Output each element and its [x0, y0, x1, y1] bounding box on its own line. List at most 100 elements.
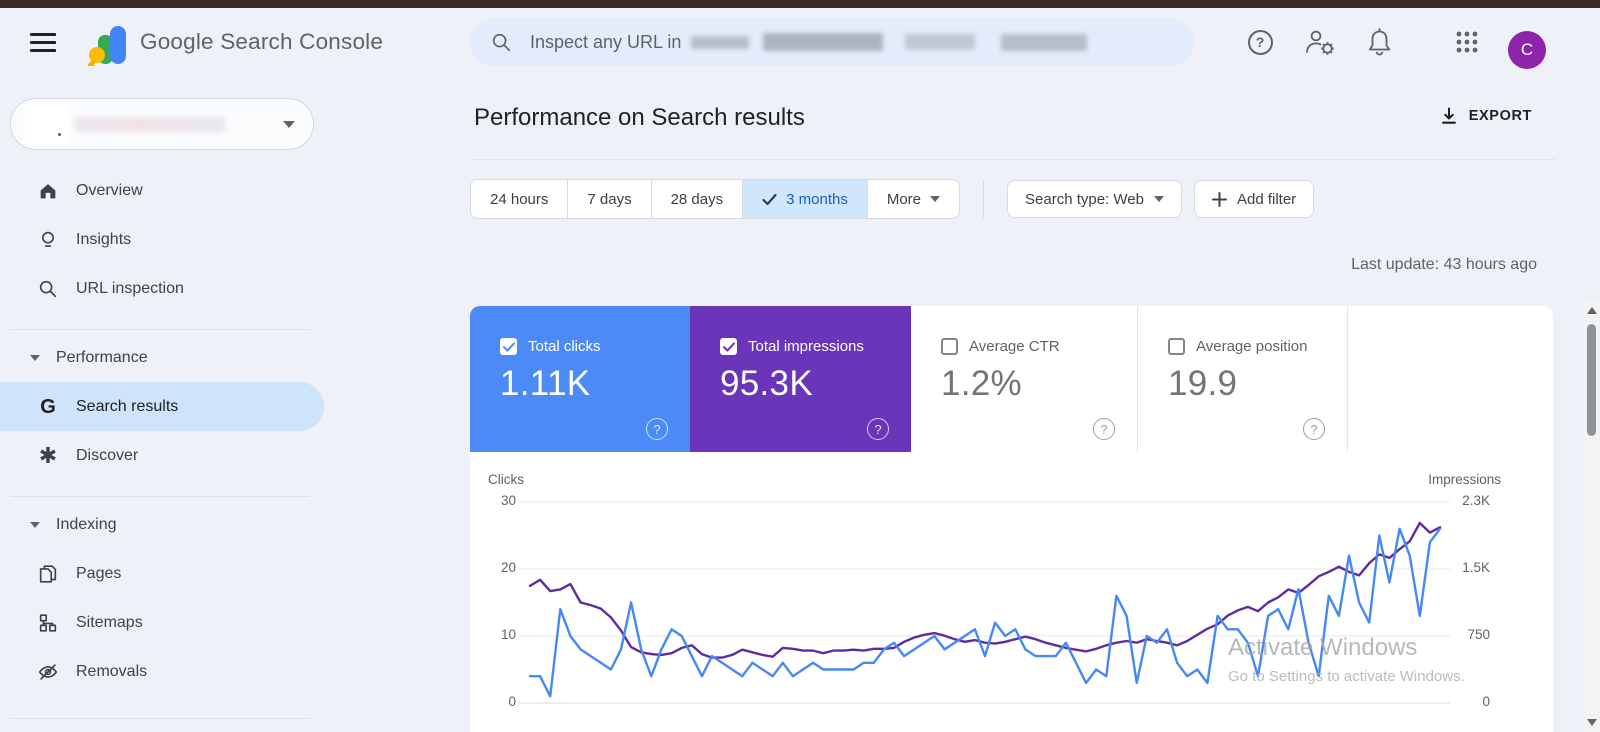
property-favicon — [25, 104, 69, 144]
sidebar-section-label: Indexing — [56, 516, 117, 533]
sidebar-item-pages[interactable]: Pages — [0, 549, 324, 598]
metric-value: 95.3K — [720, 364, 813, 403]
user-settings-button[interactable] — [1300, 8, 1340, 76]
chip-label: Search type: Web — [1025, 190, 1144, 208]
performance-panel: Total clicks 1.11K ? Total impressions 9… — [470, 306, 1553, 732]
metric-cards-row: Total clicks 1.11K ? Total impressions 9… — [470, 306, 1553, 452]
sidebar-item-discover[interactable]: ✱ Discover — [0, 431, 324, 480]
activate-windows-subtext: Go to Settings to activate Windows. — [1228, 668, 1465, 685]
add-filter-button[interactable]: Add filter — [1193, 180, 1315, 218]
magnifier-icon — [36, 278, 60, 300]
sidebar-item-search-results[interactable]: G Search results — [0, 382, 324, 431]
scrollbar-thumb[interactable] — [1587, 324, 1596, 436]
product-name: Google Search Console — [140, 29, 384, 54]
eye-off-icon — [36, 661, 60, 683]
checkbox-checked[interactable] — [500, 338, 517, 355]
chip-label: 24 hours — [490, 190, 549, 208]
metric-card-total-impressions[interactable]: Total impressions 95.3K ? — [690, 306, 911, 452]
sidebar-item-sitemaps[interactable]: Sitemaps — [0, 598, 324, 647]
plus-icon — [1211, 191, 1227, 207]
filter-divider — [983, 180, 985, 218]
checkbox-unchecked[interactable] — [941, 338, 958, 355]
help-button[interactable]: ? — [1245, 8, 1275, 76]
date-range-24-hours[interactable]: 24 hours — [471, 180, 569, 218]
google-search-console-app: Google Search Console Inspect any URL in… — [0, 0, 1600, 732]
page-title: Performance on Search results — [474, 104, 805, 131]
sidebar-section-indexing[interactable]: Indexing — [0, 501, 324, 549]
sidebar-item-label: Discover — [76, 446, 139, 464]
pages-icon — [36, 563, 60, 585]
chip-label: 3 months — [786, 190, 848, 208]
left-axis-title: Clicks — [488, 472, 524, 487]
performance-chart — [518, 501, 1450, 704]
search-console-logo-icon — [87, 26, 126, 66]
help-icon[interactable]: ? — [867, 418, 889, 440]
scroll-down-arrow[interactable] — [1583, 714, 1600, 730]
chip-label: Add filter — [1236, 190, 1297, 208]
sidebar-item-removals[interactable]: Removals — [0, 647, 324, 696]
vertical-scrollbar[interactable] — [1583, 300, 1600, 732]
chevron-down-icon — [1153, 196, 1164, 202]
sitemap-icon — [36, 612, 60, 634]
date-range-7-days[interactable]: 7 days — [568, 180, 652, 218]
check-icon — [762, 193, 777, 205]
redacted-property-text — [763, 33, 884, 51]
checkbox-checked[interactable] — [720, 338, 737, 355]
property-selector[interactable] — [10, 98, 314, 150]
asterisk-icon: ✱ — [38, 442, 58, 468]
download-icon — [1441, 107, 1456, 124]
sidebar-item-label: Overview — [76, 181, 143, 199]
redacted-property-text — [905, 34, 976, 50]
sidebar-item-label: Sitemaps — [76, 613, 143, 631]
chip-label: 28 days — [670, 190, 724, 208]
hamburger-menu-icon[interactable] — [30, 32, 58, 52]
redacted-property-text — [1001, 33, 1088, 51]
sidebar-item-overview[interactable]: Overview — [0, 166, 324, 215]
date-range-28-days[interactable]: 28 days — [652, 180, 744, 218]
avatar[interactable]: C — [1508, 31, 1546, 69]
metric-label: Average position — [1196, 338, 1308, 355]
chevron-down-icon — [930, 196, 941, 202]
help-icon[interactable]: ? — [646, 418, 668, 440]
header-divider — [470, 159, 1556, 160]
redacted-property-name — [75, 116, 225, 132]
sidebar-divider — [10, 496, 310, 497]
sidebar: Overview Insights URL inspection Perform… — [0, 76, 324, 732]
search-type-filter[interactable]: Search type: Web — [1007, 180, 1182, 218]
home-icon — [36, 180, 60, 202]
metric-label: Total impressions — [748, 338, 864, 355]
metric-label: Average CTR — [969, 338, 1060, 355]
chevron-down-icon — [30, 522, 40, 528]
help-icon[interactable]: ? — [1093, 418, 1115, 440]
redacted-property-text — [691, 35, 750, 49]
date-range-group: 24 hours 7 days 28 days 3 months More — [470, 179, 961, 219]
google-apps-button[interactable] — [1452, 8, 1482, 76]
checkbox-unchecked[interactable] — [1168, 338, 1185, 355]
metric-value: 1.11K — [500, 364, 591, 403]
scroll-up-arrow[interactable] — [1583, 302, 1600, 318]
chip-label: 7 days — [587, 190, 632, 208]
url-inspect-searchbox[interactable]: Inspect any URL in — [470, 18, 1194, 66]
metric-label: Total clicks — [528, 338, 601, 355]
help-icon: ? — [1247, 29, 1273, 55]
window-chrome-strip — [0, 0, 1600, 8]
help-icon[interactable]: ? — [1303, 418, 1325, 440]
metric-value: 1.2% — [941, 364, 1022, 403]
bell-icon — [1368, 28, 1390, 56]
metric-value: 19.9 — [1168, 364, 1238, 403]
chevron-down-icon — [283, 120, 295, 128]
export-button[interactable]: EXPORT — [1439, 106, 1532, 126]
last-update-text: Last update: 43 hours ago — [1351, 256, 1537, 273]
sidebar-section-performance[interactable]: Performance — [0, 334, 324, 382]
metric-card-total-clicks[interactable]: Total clicks 1.11K ? — [470, 306, 690, 452]
metric-card-average-ctr[interactable]: Average CTR 1.2% ? — [911, 306, 1138, 452]
chip-label: More — [886, 190, 922, 208]
sidebar-item-insights[interactable]: Insights — [0, 215, 324, 264]
sidebar-item-label: Insights — [76, 230, 132, 248]
notifications-button[interactable] — [1362, 8, 1396, 76]
date-range-3-months-selected[interactable]: 3 months — [743, 180, 868, 218]
date-range-more[interactable]: More — [868, 180, 959, 218]
sidebar-item-url-inspection[interactable]: URL inspection — [0, 264, 324, 313]
metric-card-average-position[interactable]: Average position 19.9 ? — [1138, 306, 1348, 452]
export-label: EXPORT — [1468, 108, 1532, 124]
